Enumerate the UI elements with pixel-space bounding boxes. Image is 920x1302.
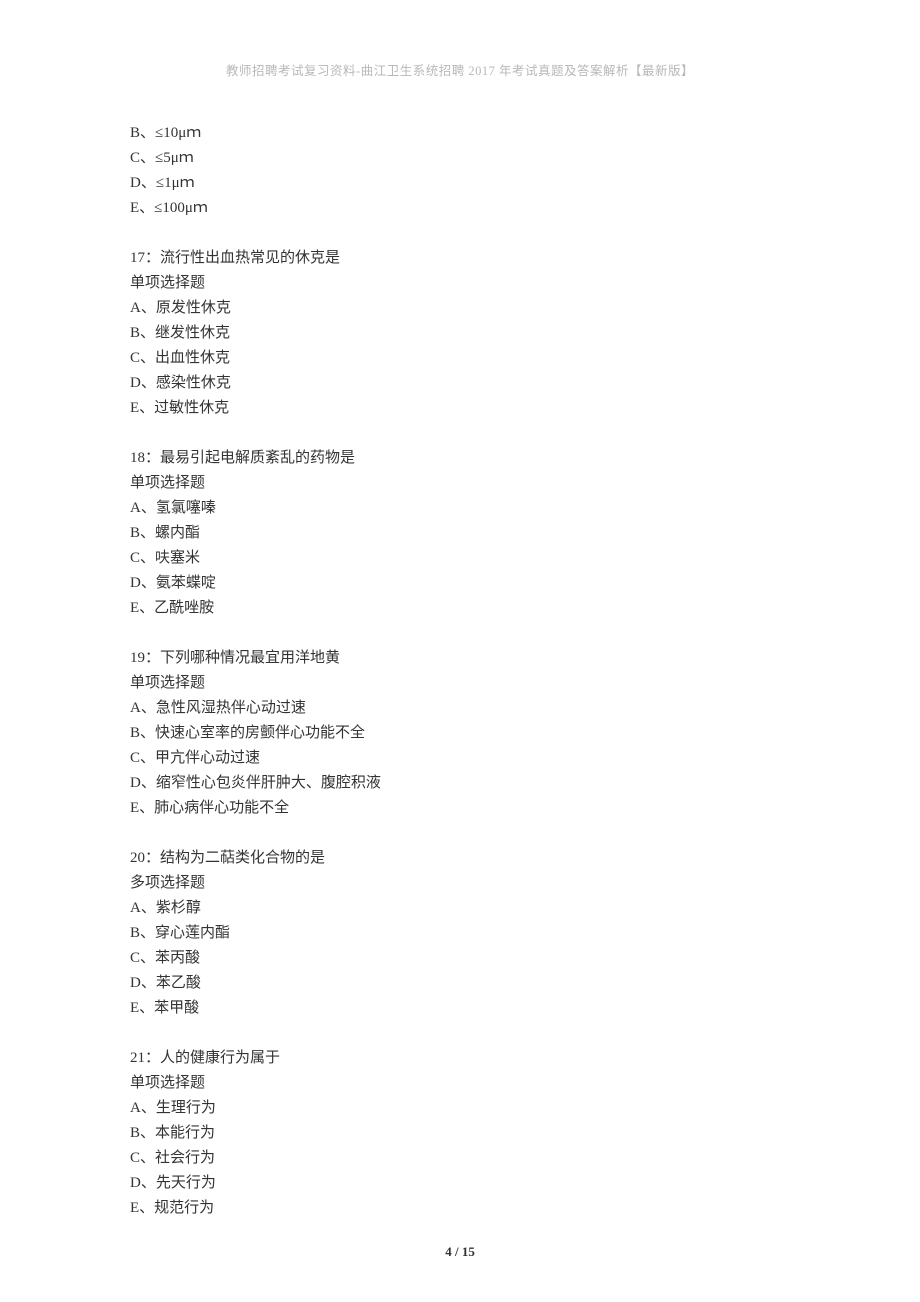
question-stem: 18：最易引起电解质紊乱的药物是 [130,446,790,471]
option-text: E、过敏性休克 [130,396,790,421]
page-footer: 4 / 15 [0,1244,920,1260]
option-text: C、出血性休克 [130,346,790,371]
question-block-16-partial: B、≤10μｍ C、≤5μｍ D、≤1μｍ E、≤100μｍ [130,121,790,221]
page-header: 教师招聘考试复习资料-曲江卫生系统招聘 2017 年考试真题及答案解析【最新版】 [130,60,790,79]
option-text: D、苯乙酸 [130,971,790,996]
option-text: E、≤100μｍ [130,196,790,221]
page-number-sep: / [452,1244,462,1259]
option-text: E、肺心病伴心功能不全 [130,796,790,821]
content-area: B、≤10μｍ C、≤5μｍ D、≤1μｍ E、≤100μｍ 17：流行性出血热… [130,121,790,1221]
option-text: E、规范行为 [130,1196,790,1221]
option-text: A、生理行为 [130,1096,790,1121]
option-text: D、感染性休克 [130,371,790,396]
option-text: C、苯丙酸 [130,946,790,971]
question-stem: 21：人的健康行为属于 [130,1046,790,1071]
document-page: 教师招聘考试复习资料-曲江卫生系统招聘 2017 年考试真题及答案解析【最新版】… [0,0,920,1302]
question-type: 单项选择题 [130,471,790,496]
option-text: A、紫杉醇 [130,896,790,921]
question-block-17: 17：流行性出血热常见的休克是 单项选择题 A、原发性休克 B、继发性休克 C、… [130,246,790,421]
option-text: A、氢氯噻嗪 [130,496,790,521]
option-text: D、≤1μｍ [130,171,790,196]
option-text: B、继发性休克 [130,321,790,346]
option-text: B、穿心莲内酯 [130,921,790,946]
option-text: C、≤5μｍ [130,146,790,171]
option-text: B、螺内酯 [130,521,790,546]
option-text: C、社会行为 [130,1146,790,1171]
option-text: D、氨苯蝶啶 [130,571,790,596]
question-block-18: 18：最易引起电解质紊乱的药物是 单项选择题 A、氢氯噻嗪 B、螺内酯 C、呋塞… [130,446,790,621]
option-text: B、快速心室率的房颤伴心功能不全 [130,721,790,746]
question-stem: 17：流行性出血热常见的休克是 [130,246,790,271]
question-type: 单项选择题 [130,671,790,696]
question-type: 多项选择题 [130,871,790,896]
option-text: D、缩窄性心包炎伴肝肿大、腹腔积液 [130,771,790,796]
option-text: A、原发性休克 [130,296,790,321]
option-text: C、甲亢伴心动过速 [130,746,790,771]
option-text: D、先天行为 [130,1171,790,1196]
page-number-total: 15 [462,1244,475,1259]
option-text: B、≤10μｍ [130,121,790,146]
option-text: C、呋塞米 [130,546,790,571]
option-text: B、本能行为 [130,1121,790,1146]
option-text: E、苯甲酸 [130,996,790,1021]
question-type: 单项选择题 [130,1071,790,1096]
option-text: E、乙酰唑胺 [130,596,790,621]
question-block-21: 21：人的健康行为属于 单项选择题 A、生理行为 B、本能行为 C、社会行为 D… [130,1046,790,1221]
option-text: A、急性风湿热伴心动过速 [130,696,790,721]
question-stem: 20：结构为二萜类化合物的是 [130,846,790,871]
question-block-19: 19：下列哪种情况最宜用洋地黄 单项选择题 A、急性风湿热伴心动过速 B、快速心… [130,646,790,821]
question-type: 单项选择题 [130,271,790,296]
question-stem: 19：下列哪种情况最宜用洋地黄 [130,646,790,671]
question-block-20: 20：结构为二萜类化合物的是 多项选择题 A、紫杉醇 B、穿心莲内酯 C、苯丙酸… [130,846,790,1021]
